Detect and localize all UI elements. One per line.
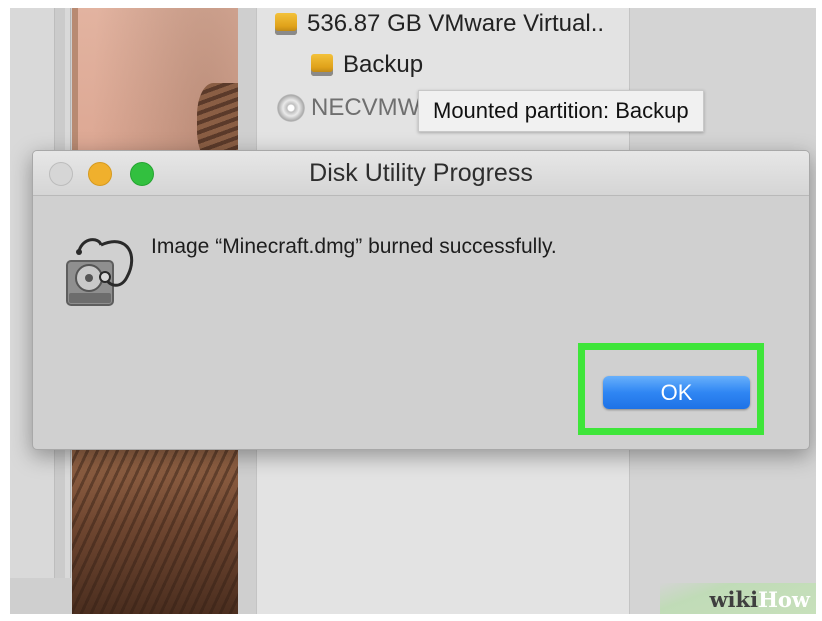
- progress-dialog: Disk Utility Progress Image “Minecraft.d…: [32, 150, 810, 450]
- sidebar-item-necvmw[interactable]: NECVMW: [277, 94, 420, 122]
- wikihow-watermark: wikiHow: [660, 583, 816, 614]
- dialog-message: Image “Minecraft.dmg” burned successfull…: [151, 235, 557, 258]
- watermark-part-how: How: [758, 587, 810, 612]
- volume-icon: [311, 54, 333, 76]
- screen: 536.87 GB VMware Virtual.. Backup NECVMW…: [10, 8, 816, 614]
- external-disk-icon: [275, 13, 297, 35]
- sidebar-item-backup[interactable]: Backup: [311, 51, 423, 79]
- dialog-titlebar: Disk Utility Progress: [33, 151, 809, 196]
- sidebar-item-vmware-disk[interactable]: 536.87 GB VMware Virtual..: [275, 10, 604, 38]
- ok-button-highlight: OK: [578, 343, 764, 435]
- disk-utility-icon: [66, 238, 134, 306]
- wallpaper-cliff: [72, 438, 238, 614]
- watermark-part-wiki: wiki: [709, 587, 759, 612]
- dialog-title: Disk Utility Progress: [309, 159, 533, 187]
- sidebar-item-label: 536.87 GB VMware Virtual..: [307, 10, 605, 37]
- optical-disc-icon: [277, 94, 305, 122]
- sidebar-item-label: Backup: [343, 51, 424, 78]
- ok-button[interactable]: OK: [603, 376, 750, 409]
- tooltip: Mounted partition: Backup: [418, 90, 704, 132]
- sidebar-item-label: NECVMW: [311, 94, 421, 121]
